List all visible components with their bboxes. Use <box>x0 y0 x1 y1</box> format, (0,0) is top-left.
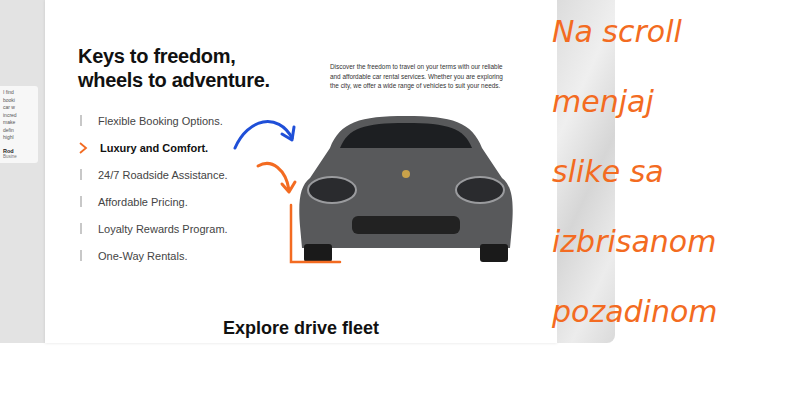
marker-bar <box>80 115 82 126</box>
feature-label: 24/7 Roadside Assistance. <box>98 169 228 181</box>
testimonial-line: defin <box>3 127 36 135</box>
testimonial-line: make <box>3 119 36 127</box>
feature-item[interactable]: Luxury and Comfort. <box>78 139 290 156</box>
testimonial-line: booki <box>3 97 36 105</box>
testimonial-line: incred <box>3 112 36 120</box>
feature-label: Affordable Pricing. <box>98 196 188 208</box>
feature-label: Flexible Booking Options. <box>98 115 223 127</box>
feature-label: Luxury and Comfort. <box>100 142 208 154</box>
left-strip: I findbookicar wincredmakedefinhighl RodB… <box>0 0 45 343</box>
marker-bar <box>80 250 82 261</box>
marker-bar <box>80 169 82 180</box>
feature-item[interactable]: Loyalty Rewards Program. <box>78 220 290 237</box>
feature-label: One-Way Rentals. <box>98 250 187 262</box>
feature-item[interactable]: 24/7 Roadside Assistance. <box>78 166 290 183</box>
note-line: slike sa <box>552 152 718 192</box>
note-line: izbrisanom <box>552 222 718 262</box>
top-section: I findbookicar wincredmakedefinhighl RodB… <box>0 0 798 343</box>
car-photo <box>290 108 522 266</box>
marker-bar <box>80 223 82 234</box>
content-panel: Keys to freedom, wheels to adventure. Dis… <box>45 0 557 343</box>
testimonial-line: highl <box>3 134 36 142</box>
hero-title: Keys to freedom, wheels to adventure. <box>78 44 283 92</box>
feature-label: Loyalty Rewards Program. <box>98 223 228 235</box>
testimonial-line: car w <box>3 104 36 112</box>
hero-header: Keys to freedom, wheels to adventure. Dis… <box>78 44 537 92</box>
note-line: Na scroll <box>552 12 718 52</box>
feature-list: Flexible Booking Options. Luxury and Comf… <box>78 112 290 266</box>
page: I findbookicar wincredmakedefinhighl RodB… <box>0 0 798 419</box>
hero-description: Discover the freedom to travel on your t… <box>330 62 512 92</box>
testimonial-card: I findbookicar wincredmakedefinhighl RodB… <box>0 86 38 163</box>
feature-item[interactable]: Affordable Pricing. <box>78 193 290 210</box>
testimonial-line: I find <box>3 89 36 97</box>
hero-body: Flexible Booking Options. Luxury and Comf… <box>78 112 537 266</box>
testimonial-role: Busine <box>3 154 36 159</box>
chevron-icon <box>78 142 88 154</box>
feature-item[interactable]: Flexible Booking Options. <box>78 112 290 129</box>
section-title: Explore drive fleet <box>65 318 537 339</box>
marker-bar <box>80 196 82 207</box>
annotation-arrow <box>258 163 295 192</box>
testimonial-author: Rod <box>3 148 36 154</box>
feature-item[interactable]: One-Way Rentals. <box>78 247 290 264</box>
note-line: pozadinom <box>552 292 718 332</box>
annotation-arrow <box>235 122 294 148</box>
handwritten-note: Na scroll menjaj slike sa izbrisanom pozadin… <box>552 12 718 332</box>
annotation-bracket <box>291 205 340 262</box>
note-line: menjaj <box>552 82 718 122</box>
annotation-layer <box>0 0 798 419</box>
